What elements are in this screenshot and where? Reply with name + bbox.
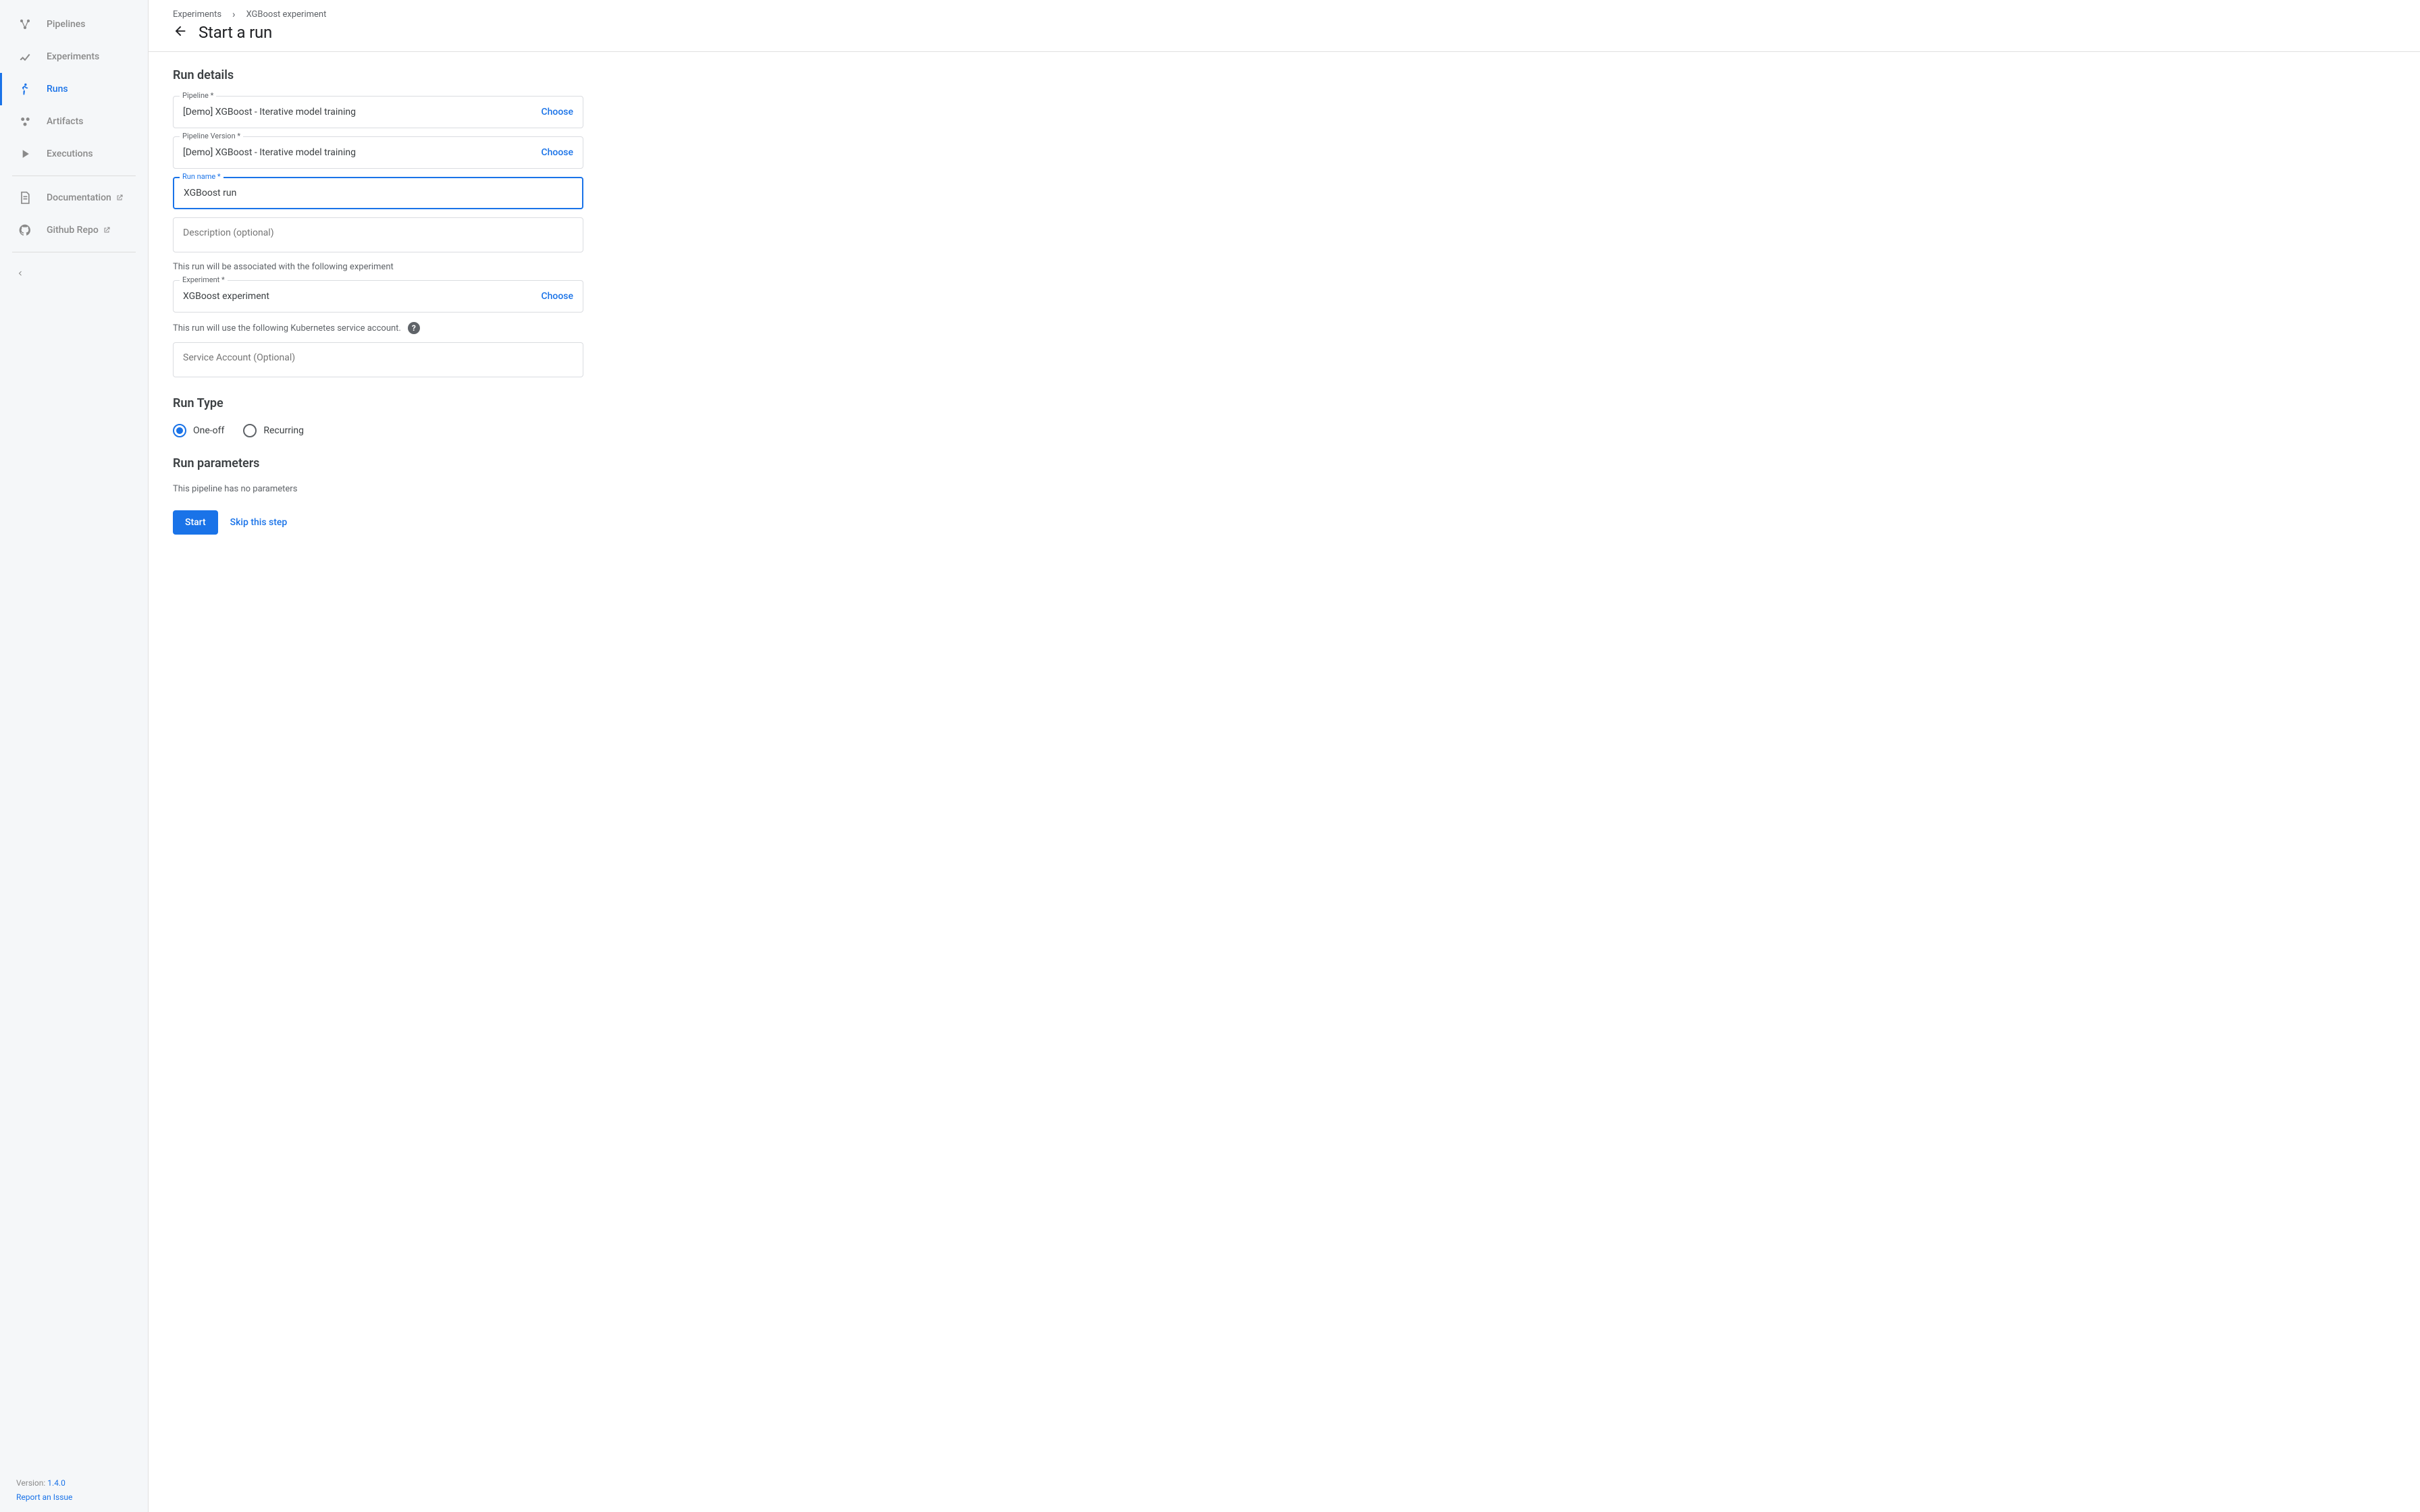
pipelines-icon: [18, 18, 32, 31]
sidebar-item-documentation[interactable]: Documentation: [0, 182, 148, 214]
radio-one-off-label: One-off: [193, 425, 224, 436]
start-button[interactable]: Start: [173, 510, 218, 535]
sidebar-item-label: Executions: [47, 148, 93, 159]
radio-unselected-icon: [243, 424, 257, 437]
sidebar-item-label: Runs: [47, 84, 68, 94]
external-link-icon: [115, 194, 124, 202]
content: Run details Pipeline * Choose Pipeline V…: [149, 52, 608, 551]
pipeline-field: Pipeline * Choose: [173, 96, 583, 128]
breadcrumb: Experiments › XGBoost experiment: [173, 8, 2396, 23]
experiment-input[interactable]: [183, 291, 533, 302]
sidebar-item-executions[interactable]: Executions: [0, 138, 148, 170]
sidebar-item-label: Artifacts: [47, 116, 83, 127]
version-label: Version:: [16, 1478, 47, 1488]
service-account-note: This run will use the following Kubernet…: [173, 322, 583, 334]
artifacts-icon: [18, 115, 32, 128]
sidebar: Pipelines Experiments Runs Artifacts Exe: [0, 0, 149, 1512]
sidebar-nav: Pipelines Experiments Runs Artifacts Exe: [0, 0, 148, 1469]
report-issue-link[interactable]: Report an Issue: [16, 1492, 72, 1502]
run-type-radios: One-off Recurring: [173, 424, 583, 437]
experiment-association-note: This run will be associated with the fol…: [173, 262, 583, 272]
sidebar-item-runs[interactable]: Runs: [0, 73, 148, 105]
github-icon: [18, 223, 32, 237]
sidebar-item-github[interactable]: Github Repo: [0, 214, 148, 246]
title-row: Start a run: [173, 23, 2396, 42]
service-account-note-text: This run will use the following Kubernet…: [173, 323, 401, 333]
pipeline-version-choose-button[interactable]: Choose: [533, 147, 573, 158]
help-icon[interactable]: ?: [408, 322, 420, 334]
skip-button[interactable]: Skip this step: [230, 517, 288, 528]
experiment-label: Experiment *: [180, 275, 228, 284]
version-link[interactable]: 1.4.0: [47, 1478, 65, 1488]
pipeline-label: Pipeline *: [180, 91, 216, 100]
pipeline-choose-button[interactable]: Choose: [533, 107, 573, 117]
main: Experiments › XGBoost experiment Start a…: [149, 0, 2420, 1512]
no-parameters-note: This pipeline has no parameters: [173, 484, 583, 494]
run-parameters-heading: Run parameters: [173, 456, 583, 470]
sidebar-item-label: Github Repo: [47, 225, 99, 236]
sidebar-item-label: Documentation: [47, 192, 111, 203]
sidebar-item-label: Experiments: [47, 51, 99, 62]
experiment-choose-button[interactable]: Choose: [533, 291, 573, 302]
description-field: [173, 217, 583, 252]
chevron-right-icon: ›: [232, 8, 236, 20]
breadcrumb-experiments[interactable]: Experiments: [173, 9, 221, 20]
pipeline-version-label: Pipeline Version *: [180, 132, 243, 140]
pipeline-version-field: Pipeline Version * Choose: [173, 136, 583, 169]
action-row: Start Skip this step: [173, 510, 583, 535]
documentation-icon: [18, 191, 32, 205]
radio-recurring[interactable]: Recurring: [243, 424, 304, 437]
service-account-input[interactable]: [183, 343, 573, 373]
sidebar-item-experiments[interactable]: Experiments: [0, 40, 148, 73]
sidebar-collapse-toggle[interactable]: [0, 258, 148, 290]
radio-one-off[interactable]: One-off: [173, 424, 224, 437]
breadcrumb-current[interactable]: XGBoost experiment: [246, 9, 327, 20]
page-title: Start a run: [199, 23, 272, 42]
sidebar-item-artifacts[interactable]: Artifacts: [0, 105, 148, 138]
runs-icon: [18, 82, 32, 96]
sidebar-item-pipelines[interactable]: Pipelines: [0, 8, 148, 40]
experiments-icon: [18, 50, 32, 63]
run-name-label: Run name *: [180, 172, 223, 181]
top-header: Experiments › XGBoost experiment Start a…: [149, 0, 2420, 52]
service-account-field: [173, 342, 583, 377]
run-type-heading: Run Type: [173, 396, 583, 410]
experiment-field: Experiment * Choose: [173, 280, 583, 313]
sidebar-footer: Version: 1.4.0 Report an Issue: [0, 1469, 148, 1512]
external-link-icon: [103, 226, 111, 234]
executions-icon: [18, 147, 32, 161]
back-arrow-icon[interactable]: [173, 24, 188, 41]
description-input[interactable]: [183, 218, 573, 248]
run-name-field: Run name *: [173, 177, 583, 209]
run-name-input[interactable]: [184, 188, 573, 198]
radio-selected-icon: [173, 424, 186, 437]
run-details-heading: Run details: [173, 68, 583, 82]
pipeline-input[interactable]: [183, 107, 533, 117]
radio-recurring-label: Recurring: [263, 425, 304, 436]
pipeline-version-input[interactable]: [183, 147, 533, 158]
sidebar-item-label: Pipelines: [47, 19, 86, 30]
